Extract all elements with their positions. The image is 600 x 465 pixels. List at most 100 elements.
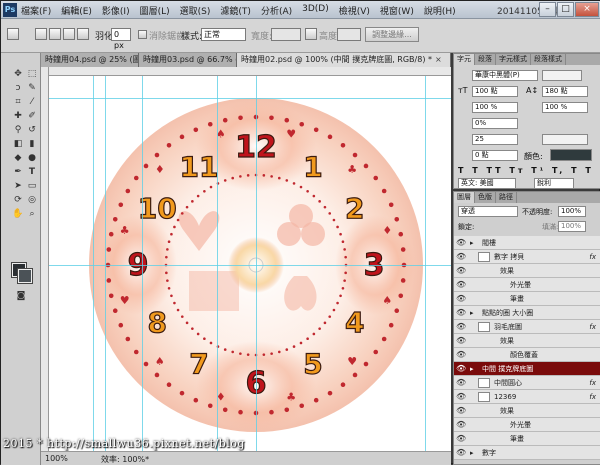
zoom-level[interactable]: 100% — [45, 454, 68, 463]
refine-edge-button[interactable]: 調整邊緣... — [365, 27, 419, 42]
layer-row[interactable]: 👁 羽毛底圖 fx — [454, 320, 600, 334]
pen-tool-icon[interactable]: ✒ — [11, 165, 25, 178]
folder-icon[interactable]: ▸ — [470, 306, 474, 320]
visibility-eye-icon[interactable]: 👁 — [456, 250, 466, 264]
visibility-eye-icon[interactable]: 👁 — [456, 320, 466, 334]
guide-line[interactable] — [142, 76, 143, 451]
quick-select-tool-icon[interactable]: ✎ — [25, 81, 39, 94]
tab-character-2[interactable]: 字元樣式 — [496, 54, 531, 65]
guide-line[interactable] — [93, 76, 94, 451]
antialias-checkbox[interactable] — [138, 30, 147, 39]
tracking-input[interactable]: 0% — [472, 118, 518, 129]
close-button[interactable]: × — [575, 2, 599, 17]
crop-tool-icon[interactable]: ⌗ — [11, 95, 25, 108]
gradient-tool-icon[interactable]: ▮ — [25, 137, 39, 150]
guide-line[interactable] — [105, 76, 106, 451]
minimize-button[interactable]: – — [539, 2, 556, 17]
menu-item[interactable]: 說明(H) — [424, 4, 456, 17]
menu-item[interactable]: 編輯(E) — [61, 4, 92, 17]
path-select-tool-icon[interactable]: ➤ — [11, 179, 25, 192]
tab-character-0[interactable]: 字元 — [454, 54, 475, 65]
history-brush-tool-icon[interactable]: ↺ — [25, 123, 39, 136]
text-style-buttons[interactable]: T T TT Tт T¹ T, T T — [458, 166, 594, 175]
layer-row[interactable]: 👁 中間圓心 fx — [454, 376, 600, 390]
layer-row[interactable]: 👁 效果 — [454, 404, 600, 418]
guide-line[interactable] — [49, 265, 451, 266]
tab-layers-1[interactable]: 色版 — [475, 192, 496, 203]
layer-row[interactable]: 👁 ▸ 點點的圈 大小圈 — [454, 306, 600, 320]
zoom-tool-icon[interactable]: ⌕ — [25, 207, 39, 220]
guide-line[interactable] — [217, 76, 218, 451]
marquee-tool-icon[interactable]: ⬚ — [25, 67, 39, 80]
healing-tool-icon[interactable]: ✚ — [11, 109, 25, 122]
3d-orbit-tool-icon[interactable]: ◎ — [25, 193, 39, 206]
maximize-button[interactable]: □ — [557, 2, 574, 17]
tab-document-03[interactable]: 時鐘用03.psd @ 66.7% (圖... — [139, 53, 237, 67]
close-tab-icon[interactable]: × — [435, 55, 442, 64]
menu-item[interactable]: 影像(I) — [102, 4, 130, 17]
layer-row[interactable]: 👁 12369 fx — [454, 390, 600, 404]
vertical-scale-input[interactable]: 100 % — [542, 102, 588, 113]
eyedropper-tool-icon[interactable]: ⁄ — [25, 95, 39, 108]
menu-item[interactable]: 圖層(L) — [140, 4, 170, 17]
layer-row[interactable]: 👁 ▸ 閥樓 — [454, 236, 600, 250]
tab-layers-0[interactable]: 圖層 — [454, 192, 475, 203]
horizontal-ruler[interactable] — [49, 67, 451, 76]
menu-item[interactable]: 選取(S) — [180, 4, 211, 17]
visibility-eye-icon[interactable]: 👁 — [456, 334, 466, 348]
tab-layers-2[interactable]: 路徑 — [496, 192, 517, 203]
quick-mask-icon[interactable]: ◙ — [14, 289, 28, 302]
blur-tool-icon[interactable]: ◆ — [11, 151, 25, 164]
guide-line[interactable] — [425, 76, 426, 451]
font-family-select[interactable]: 華康中黑體(P) — [472, 70, 538, 81]
intersect-selection-icon[interactable] — [77, 28, 89, 40]
layer-row[interactable]: 👁 顏色覆蓋 — [454, 348, 600, 362]
guide-line[interactable] — [49, 98, 451, 99]
folder-icon[interactable]: ▸ — [470, 236, 474, 250]
width-input[interactable] — [271, 28, 301, 41]
kerning-input[interactable]: 25 — [472, 134, 518, 145]
layer-effects-icon[interactable]: fx — [589, 376, 596, 390]
layer-row[interactable]: 👁 ▸ 中間 撲克牌底圖 — [454, 362, 600, 376]
baseline-shift-input[interactable]: 0 點 — [472, 150, 518, 161]
folder-icon[interactable]: ▸ — [470, 362, 474, 376]
menu-item[interactable]: 檢視(V) — [339, 4, 370, 17]
visibility-eye-icon[interactable]: 👁 — [456, 264, 466, 278]
leading-input[interactable]: 180 點 — [542, 86, 588, 97]
visibility-eye-icon[interactable]: 👁 — [456, 292, 466, 306]
visibility-eye-icon[interactable]: 👁 — [456, 362, 466, 376]
menu-item[interactable]: 分析(A) — [261, 4, 292, 17]
layer-row[interactable]: 👁 外光暈 — [454, 418, 600, 432]
tab-character-1[interactable]: 段落 — [475, 54, 496, 65]
visibility-eye-icon[interactable]: 👁 — [456, 432, 466, 446]
subtract-selection-icon[interactable] — [63, 28, 75, 40]
brush-tool-icon[interactable]: ✐ — [25, 109, 39, 122]
visibility-eye-icon[interactable]: 👁 — [456, 236, 466, 250]
hand-tool-icon[interactable]: ✋ — [11, 207, 25, 220]
visibility-eye-icon[interactable]: 👁 — [456, 278, 466, 292]
move-tool-icon[interactable]: ✥ — [11, 67, 25, 80]
font-size-input[interactable]: 100 點 — [472, 86, 518, 97]
visibility-eye-icon[interactable]: 👁 — [456, 404, 466, 418]
layer-row[interactable]: 👁 外光暈 — [454, 278, 600, 292]
opacity-input[interactable]: 100% — [558, 206, 586, 217]
visibility-eye-icon[interactable]: 👁 — [456, 390, 466, 404]
height-input[interactable] — [337, 28, 361, 41]
3d-rotate-tool-icon[interactable]: ⟳ — [11, 193, 25, 206]
tab-document-04[interactable]: 時鐘用04.psd @ 25% (圖層... — [41, 53, 139, 67]
text-color-swatch[interactable] — [550, 149, 592, 161]
shape-tool-icon[interactable]: ▭ — [25, 179, 39, 192]
font-style-select[interactable] — [542, 70, 582, 81]
background-color-swatch[interactable] — [17, 268, 33, 284]
clone-stamp-tool-icon[interactable]: ⚲ — [11, 123, 25, 136]
style-select[interactable]: 正常 — [201, 28, 246, 41]
layer-row[interactable]: 👁 筆畫 — [454, 432, 600, 446]
visibility-eye-icon[interactable]: 👁 — [456, 306, 466, 320]
menu-item[interactable]: 3D(D) — [302, 4, 329, 17]
feather-input[interactable]: 0 px — [111, 28, 131, 50]
layer-effects-icon[interactable]: fx — [589, 390, 596, 404]
menu-item[interactable]: 檔案(F) — [21, 4, 51, 17]
visibility-eye-icon[interactable]: 👁 — [456, 376, 466, 390]
folder-icon[interactable]: ▸ — [470, 446, 474, 460]
antialias-select[interactable]: 銳利 — [534, 178, 574, 189]
